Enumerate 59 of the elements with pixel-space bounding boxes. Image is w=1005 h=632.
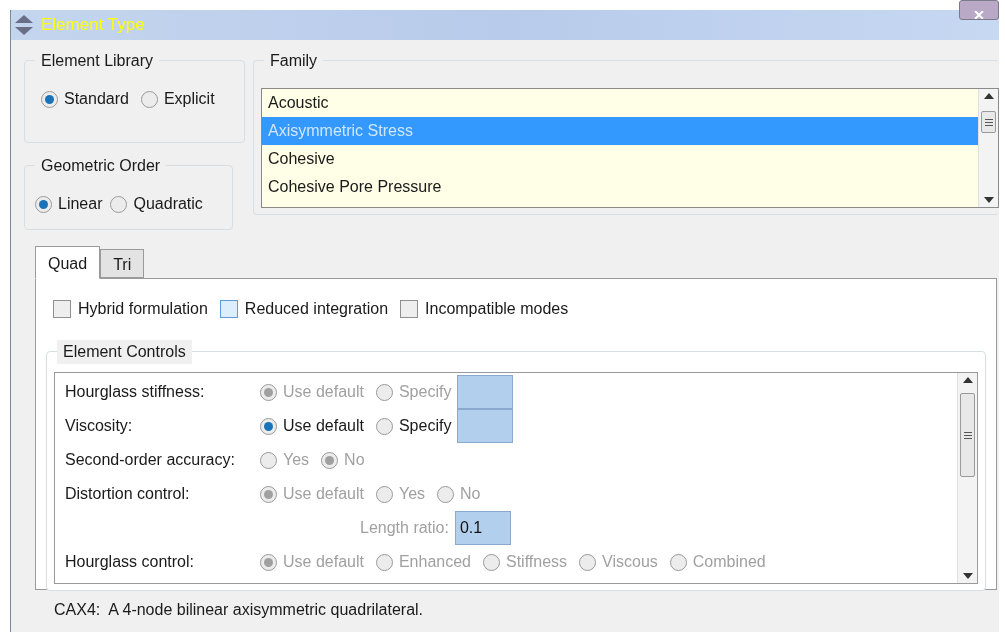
radio-label: Combined [692,552,766,572]
close-icon [974,11,984,19]
radio-button[interactable] [35,195,52,213]
radio-label: Yes [398,484,426,504]
scrollbar[interactable] [978,89,998,207]
radio-label: Use default [283,382,364,402]
tab[interactable]: Quad [35,246,101,279]
scroll-up-icon[interactable] [962,377,973,383]
control-label: Second-order accuracy: [65,450,236,470]
checkbox-label: Reduced integration [244,299,389,319]
tab[interactable]: Tri [100,249,145,278]
radio-label: Stiffness [506,552,568,572]
close-button[interactable] [959,0,999,20]
scrollbar[interactable] [957,373,977,583]
grip-icon [984,118,993,126]
control-label: Hourglass stiffness: [65,382,206,402]
radio-label: No [460,484,481,504]
app-icon [13,15,35,35]
scroll-up-icon[interactable] [983,93,994,99]
scrollbar-thumb[interactable] [981,111,996,133]
radio-label: Yes [283,450,310,470]
input-field[interactable] [457,409,514,443]
scroll-down-icon[interactable] [962,573,973,579]
checkbox[interactable] [400,300,419,318]
family-item[interactable]: Acoustic [262,89,978,117]
control-label: Distortion control: [65,484,191,504]
radio-label: Standard [64,89,129,109]
group-title: Element Controls [57,340,192,364]
radio-label: Use default [283,484,364,504]
control-label: Viscosity: [65,416,134,436]
control-label: Length ratio: [360,518,449,538]
radio-label: Enhanced [398,552,471,572]
radio-label: Viscous [602,552,658,572]
scroll-down-icon[interactable] [983,197,994,203]
window-title: Element Type [41,14,145,37]
radio-button[interactable] [260,417,277,435]
control-label: Hourglass control: [65,552,195,572]
radio-label: Use default [283,416,364,436]
family-item[interactable]: Cohesive [262,145,978,173]
radio-label: No [344,450,365,470]
checkbox[interactable] [219,300,238,318]
element-description: CAX4: A 4-node bilinear axisymmetric quadrilateral. [53,600,425,620]
radio-label: Specify [398,416,452,436]
radio-label: Quadratic [133,194,203,214]
checkbox[interactable] [53,300,71,318]
radio-button[interactable] [110,195,128,213]
radio-button[interactable] [41,90,58,108]
radio-button[interactable] [140,90,158,108]
radio-label: Linear [58,194,103,214]
checkbox-label: Hybrid formulation [78,299,208,319]
grip-icon [963,431,972,439]
radio-label: Use default [283,552,364,572]
checkbox-label: Incompatible modes [425,299,569,319]
radio-label: Explicit [163,89,215,109]
radio-button[interactable] [375,417,393,435]
scrollbar-thumb[interactable] [960,393,975,477]
radio-label: Specify [398,382,452,402]
input-field[interactable] [457,375,514,409]
family-item[interactable]: Cohesive Pore Pressure [262,173,978,201]
